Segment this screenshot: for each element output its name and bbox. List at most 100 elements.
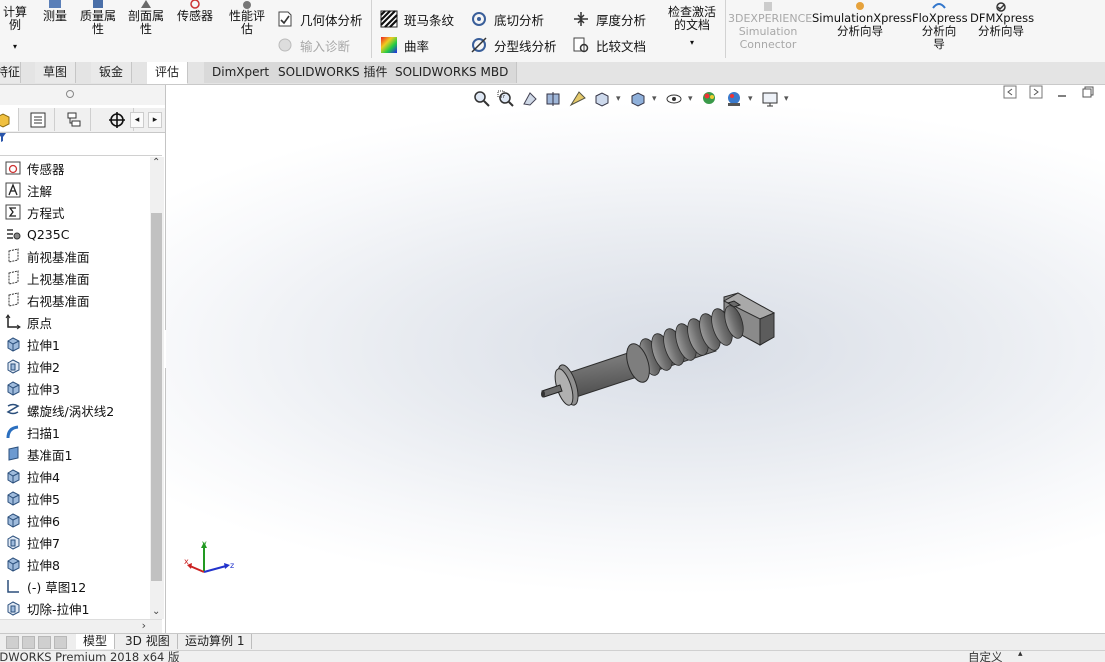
tree-item[interactable]: 拉伸8 xyxy=(0,553,150,575)
simulation-connector-button[interactable]: 3DEXPERIENCE Simulation Connector xyxy=(728,2,812,51)
tree-item[interactable]: 原点 xyxy=(0,311,150,333)
previous-view-icon[interactable] xyxy=(520,89,540,109)
tree-filter[interactable] xyxy=(0,133,162,156)
feature-tree: 传感器 注解 方程式 Q235C 前视基准面 上视基准面 右视基准面 原点 拉伸1 拉伸2 拉伸3 螺… xyxy=(0,157,150,619)
hide-show-caret-icon[interactable]: ▾ xyxy=(688,94,696,104)
tab-evaluate[interactable]: 评估 xyxy=(147,62,188,84)
zebra-stripes-button[interactable]: 斑马条纹 xyxy=(380,8,454,30)
tab-features[interactable]: 特征 xyxy=(0,62,21,83)
tree-item[interactable]: 扫描1 xyxy=(0,421,150,443)
thickness-analysis-button[interactable]: 厚度分析 xyxy=(572,8,646,30)
unit-system-caret-icon[interactable]: ▴ xyxy=(1018,651,1023,659)
dropdown-caret-icon[interactable]: ▾ xyxy=(662,36,722,49)
tree-item[interactable]: 注解 xyxy=(0,179,150,201)
tree-item[interactable]: Q235C xyxy=(0,223,150,245)
feature-manager-icon xyxy=(0,112,10,128)
tree-item[interactable]: 螺旋线/涡状线2 xyxy=(0,399,150,421)
hide-show-items-icon[interactable] xyxy=(664,89,684,109)
3d-part-model[interactable] xyxy=(538,289,784,419)
tree-item[interactable]: 拉伸4 xyxy=(0,465,150,487)
zoom-to-fit-icon[interactable] xyxy=(472,89,492,109)
tab-motion-study-1[interactable]: 运动算例 1 xyxy=(178,634,253,649)
import-diagnostics-button[interactable]: 输入诊断 xyxy=(276,34,350,56)
measure-button[interactable]: 测量 xyxy=(38,0,72,23)
tree-item[interactable]: 拉伸5 xyxy=(0,487,150,509)
tab-scroll-right-icon[interactable]: ▸ xyxy=(148,112,162,128)
tree-item[interactable]: 切除-拉伸1 xyxy=(0,597,150,619)
mass-properties-button[interactable]: 质量属 性 xyxy=(76,0,120,36)
tree-item[interactable]: (-) 草图12 xyxy=(0,575,150,597)
scrollbar-thumb[interactable] xyxy=(151,213,162,581)
edit-appearance-icon[interactable] xyxy=(700,89,720,109)
view-orientation-icon[interactable] xyxy=(592,89,612,109)
panel-left-icon[interactable] xyxy=(1003,85,1017,99)
simulationxpress-button[interactable]: SimulationXpress 分析向导 xyxy=(812,2,912,38)
spring-coils xyxy=(639,305,744,376)
last-tab-icon[interactable] xyxy=(54,636,67,649)
unit-system-selector[interactable]: 自定义 xyxy=(968,651,1003,662)
parting-line-analysis-button[interactable]: 分型线分析 xyxy=(470,34,557,56)
tree-vertical-scrollbar[interactable]: ⌃ ⌄ xyxy=(150,157,164,619)
tree-item[interactable]: 传感器 xyxy=(0,157,150,179)
tab-solidworks-mbd[interactable]: SOLIDWORKS MBD xyxy=(387,62,518,83)
section-properties-button[interactable]: 剖面属 性 xyxy=(124,0,168,36)
geometry-analysis-button[interactable]: 几何体分析 xyxy=(276,8,363,30)
next-tab-icon[interactable] xyxy=(38,636,51,649)
tree-item[interactable]: 拉伸2 xyxy=(0,355,150,377)
view-settings-caret-icon[interactable]: ▾ xyxy=(784,94,792,104)
tab-feature-manager[interactable] xyxy=(0,108,19,131)
scroll-up-icon[interactable]: ⌃ xyxy=(152,157,160,168)
tree-item[interactable]: 拉伸1 xyxy=(0,333,150,355)
zoom-to-area-icon[interactable] xyxy=(496,89,516,109)
tree-item[interactable]: 方程式 xyxy=(0,201,150,223)
curvature-label: 曲率 xyxy=(404,38,430,54)
tab-property-manager[interactable] xyxy=(22,108,55,131)
undercut-analysis-button[interactable]: 底切分析 xyxy=(470,8,544,30)
view-orientation-caret-icon[interactable]: ▾ xyxy=(616,94,624,104)
check-active-doc-button[interactable]: 检查激活 的文档 ▾ xyxy=(662,6,722,49)
section-view-icon[interactable] xyxy=(544,89,564,109)
restore-icon[interactable] xyxy=(1081,85,1095,99)
tab-model[interactable]: 模型 xyxy=(76,634,116,649)
scroll-right-icon[interactable]: › xyxy=(142,619,146,632)
display-style-icon[interactable] xyxy=(628,89,648,109)
tab-3d-views[interactable]: 3D 视图 xyxy=(118,634,178,649)
graphics-area[interactable]: ▾ ▾ ▾ ▾ ▾ y x z xyxy=(166,85,1105,633)
compare-documents-button[interactable]: 比较文档 xyxy=(572,34,646,56)
tab-configuration-manager[interactable] xyxy=(58,108,91,131)
tree-item[interactable]: 前视基准面 xyxy=(0,245,150,267)
tree-item[interactable]: 基准面1 xyxy=(0,443,150,465)
panel-right-icon[interactable] xyxy=(1029,85,1043,99)
dropdown-caret-icon[interactable]: ▾ xyxy=(0,40,32,53)
curvature-button[interactable]: 曲率 xyxy=(380,34,429,56)
first-tab-icon[interactable] xyxy=(6,636,19,649)
tab-sheet-metal[interactable]: 钣金 xyxy=(91,62,132,83)
apply-scene-caret-icon[interactable]: ▾ xyxy=(748,94,756,104)
tree-item[interactable]: 拉伸7 xyxy=(0,531,150,553)
tree-item[interactable]: 拉伸6 xyxy=(0,509,150,531)
dynamic-annotation-icon[interactable] xyxy=(568,89,588,109)
tree-item[interactable]: 右视基准面 xyxy=(0,289,150,311)
performance-eval-button[interactable]: 性能评 估 xyxy=(224,0,270,36)
tab-sketch[interactable]: 草图 xyxy=(35,62,76,83)
apply-scene-icon[interactable] xyxy=(724,89,744,109)
scroll-down-icon[interactable]: ⌄ xyxy=(152,606,160,617)
manager-tabs: ◂ ▸ xyxy=(0,108,165,133)
sensor-button[interactable]: 传感器 xyxy=(172,0,218,23)
tab-solidworks-addins[interactable]: SOLIDWORKS 插件 xyxy=(270,62,397,83)
tree-item-label: 扫描1 xyxy=(27,425,60,441)
tree-item[interactable]: 上视基准面 xyxy=(0,267,150,289)
floxpress-button[interactable]: FloXpress 分析向 导 xyxy=(912,2,968,51)
display-style-caret-icon[interactable]: ▾ xyxy=(652,94,660,104)
undercut-analysis-icon xyxy=(472,12,486,26)
tab-scroll-left-icon[interactable]: ◂ xyxy=(130,112,144,128)
minimize-icon[interactable] xyxy=(1055,85,1069,99)
tree-horizontal-scrollbar[interactable]: › xyxy=(0,619,162,634)
tree-item[interactable]: 拉伸3 xyxy=(0,377,150,399)
tab-dimxpert[interactable]: DimXpert xyxy=(204,62,279,83)
panel-grip[interactable] xyxy=(0,85,165,105)
mass-calc-button[interactable]: 计算 例 ▾ xyxy=(0,6,32,53)
dfmxpress-button[interactable]: DFMXpress 分析向导 xyxy=(970,2,1034,38)
prev-tab-icon[interactable] xyxy=(22,636,35,649)
view-settings-icon[interactable] xyxy=(760,89,780,109)
